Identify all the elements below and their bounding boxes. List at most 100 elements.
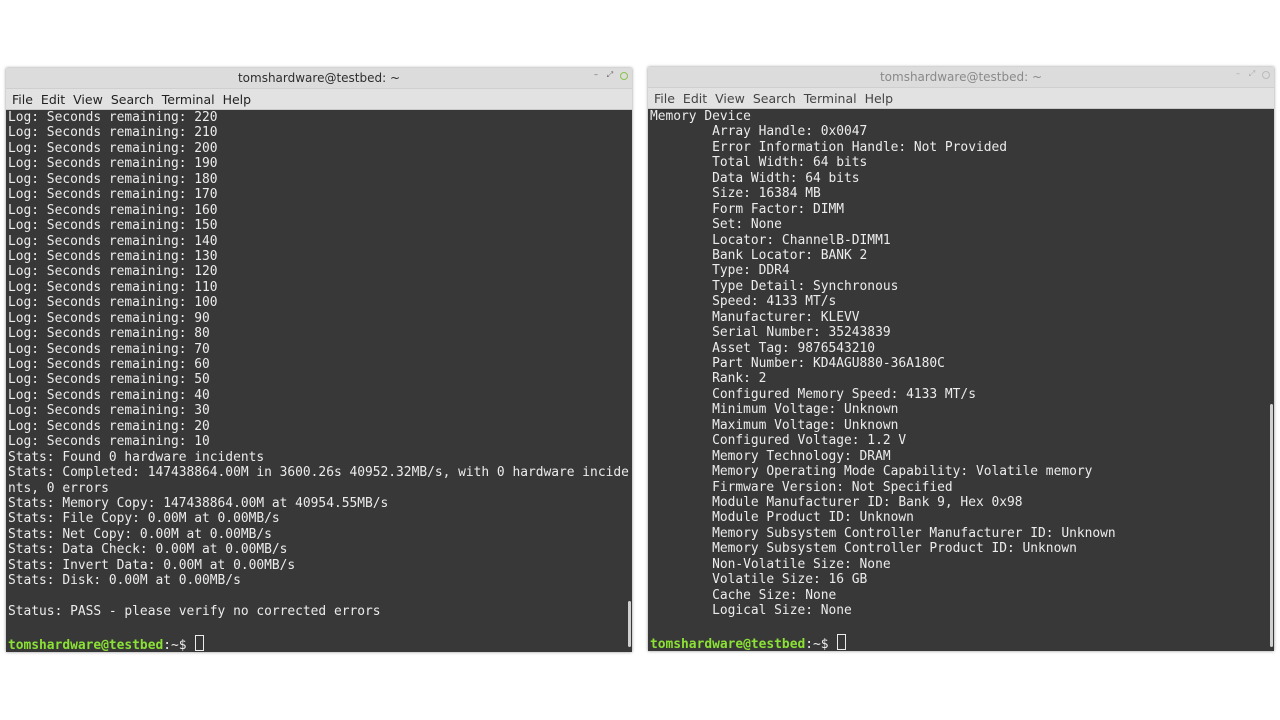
- output-line: Volatile Size: 16 GB: [650, 572, 868, 588]
- output-line: Configured Voltage: 1.2 V: [650, 433, 907, 449]
- prompt-user: tomshardware@testbed: [650, 636, 806, 651]
- restore-icon[interactable]: ⤢: [1248, 70, 1256, 78]
- menu-search[interactable]: Search: [749, 91, 800, 106]
- output-line: Maximum Voltage: Unknown: [650, 417, 899, 433]
- output-line: Stats: Invert Data: 0.00M at 0.00MB/s: [8, 557, 296, 573]
- output-line: Memory Subsystem Controller Manufacturer…: [650, 525, 1116, 541]
- output-line: Memory Technology: DRAM: [650, 448, 891, 464]
- terminal-output[interactable]: Memory Device Array Handle: 0x0047 Error…: [648, 109, 1274, 651]
- scrollbar-thumb[interactable]: [628, 601, 631, 647]
- maximize-icon[interactable]: [1262, 71, 1270, 79]
- menu-search[interactable]: Search: [107, 92, 158, 107]
- output-line: Log: Seconds remaining: 140: [8, 233, 218, 249]
- output-line: Logical Size: None: [650, 603, 852, 618]
- output-line: Part Number: KD4AGU880-36A180C: [650, 356, 945, 371]
- menu-bar: File Edit View Search Terminal Help: [6, 89, 632, 110]
- output-line: Log: Seconds remaining: 60: [8, 357, 210, 372]
- output-line: Error Information Handle: Not Provided: [650, 139, 1007, 155]
- status-line: Status: PASS - please verify no correcte…: [8, 604, 381, 619]
- output-line: Configured Memory Speed: 4133 MT/s: [650, 386, 976, 402]
- output-line: Module Product ID: Unknown: [650, 510, 914, 526]
- output-line: Locator: ChannelB-DIMM1: [650, 232, 891, 248]
- output-line: Firmware Version: Not Specified: [650, 479, 953, 495]
- output-line: Stats: Found 0 hardware incidents: [8, 449, 265, 465]
- restore-icon[interactable]: ⤢: [606, 71, 614, 79]
- output-line: Type Detail: Synchronous: [650, 278, 899, 294]
- output-line: Log: Seconds remaining: 20: [8, 418, 210, 434]
- prompt-user: tomshardware@testbed: [8, 637, 164, 652]
- minimize-icon[interactable]: –: [592, 71, 600, 79]
- menu-view[interactable]: View: [69, 92, 107, 107]
- terminal-window-left[interactable]: tomshardware@testbed: ~ – ⤢ File Edit Vi…: [6, 68, 632, 652]
- menu-edit[interactable]: Edit: [679, 91, 711, 106]
- output-line: Log: Seconds remaining: 40: [8, 387, 210, 403]
- menu-edit[interactable]: Edit: [37, 92, 69, 107]
- output-line: Cache Size: None: [650, 587, 837, 603]
- menu-terminal[interactable]: Terminal: [800, 91, 861, 106]
- output-line: Form Factor: DIMM: [650, 201, 845, 217]
- output-line: Minimum Voltage: Unknown: [650, 402, 899, 418]
- scrollbar-thumb[interactable]: [1270, 404, 1273, 647]
- output-line: Stats: Memory Copy: 147438864.00M at 409…: [8, 495, 389, 511]
- window-controls: – ⤢: [592, 71, 628, 80]
- output-line: Log: Seconds remaining: 90: [8, 310, 210, 326]
- text-cursor: [837, 633, 847, 650]
- output-line: Rank: 2: [650, 371, 767, 387]
- menu-view[interactable]: View: [711, 91, 749, 106]
- output-line: Log: Seconds remaining: 200: [8, 140, 218, 156]
- output-line: Memory Operating Mode Capability: Volati…: [650, 464, 1093, 480]
- menu-help[interactable]: Help: [219, 92, 256, 107]
- minimize-icon[interactable]: –: [1234, 70, 1242, 78]
- output-line: Memory Subsystem Controller Product ID: …: [650, 541, 1077, 557]
- shell-prompt[interactable]: tomshardware@testbed:~$: [650, 633, 1272, 651]
- terminal-window-right[interactable]: tomshardware@testbed: ~ – ⤢ File Edit Vi…: [648, 67, 1274, 651]
- output-line: Stats: Net Copy: 0.00M at 0.00MB/s: [8, 526, 272, 542]
- output-line: Total Width: 64 bits: [650, 155, 868, 171]
- output-line: nts, 0 errors: [8, 480, 109, 496]
- window-title: tomshardware@testbed: ~: [879, 70, 1043, 84]
- output-line: Data Width: 64 bits: [650, 170, 860, 186]
- output-line: Type: DDR4: [650, 263, 790, 279]
- output-line: Non-Volatile Size: None: [650, 556, 891, 572]
- text-cursor: [195, 634, 205, 651]
- window-title: tomshardware@testbed: ~: [237, 71, 401, 85]
- output-line: Bank Locator: BANK 2: [650, 247, 868, 263]
- menu-file[interactable]: File: [8, 92, 37, 107]
- output-line: Stats: File Copy: 0.00M at 0.00MB/s: [8, 511, 280, 527]
- title-bar[interactable]: tomshardware@testbed: ~ – ⤢: [648, 67, 1274, 88]
- output-line: Log: Seconds remaining: 220: [8, 110, 218, 125]
- menu-terminal[interactable]: Terminal: [158, 92, 219, 107]
- output-line: Stats: Disk: 0.00M at 0.00MB/s: [8, 573, 241, 589]
- output-line: Log: Seconds remaining: 30: [8, 403, 210, 419]
- menu-bar: File Edit View Search Terminal Help: [648, 88, 1274, 109]
- prompt-symbol: :~$: [163, 637, 195, 652]
- menu-file[interactable]: File: [650, 91, 679, 106]
- output-line: Log: Seconds remaining: 100: [8, 295, 218, 311]
- output-line: Size: 16384 MB: [650, 186, 821, 202]
- output-line: Array Handle: 0x0047: [650, 124, 868, 140]
- shell-prompt[interactable]: tomshardware@testbed:~$: [8, 634, 630, 652]
- output-line: Log: Seconds remaining: 170: [8, 187, 218, 203]
- output-line: Stats: Completed: 147438864.00M in 3600.…: [8, 465, 629, 481]
- output-line: Set: None: [650, 217, 782, 233]
- output-line: Log: Seconds remaining: 180: [8, 171, 218, 187]
- prompt-symbol: :~$: [805, 636, 837, 651]
- output-line: Log: Seconds remaining: 110: [8, 279, 218, 295]
- output-line: Log: Seconds remaining: 50: [8, 372, 210, 388]
- output-line: Asset Tag: 9876543210: [650, 340, 876, 356]
- terminal-output[interactable]: Log: Seconds remaining: 220 Log: Seconds…: [6, 110, 632, 652]
- output-line: Log: Seconds remaining: 10: [8, 434, 210, 450]
- output-line: Log: Seconds remaining: 210: [8, 125, 218, 141]
- output-line: Memory Device: [650, 109, 751, 124]
- output-line: Manufacturer: KLEVV: [650, 309, 860, 325]
- output-line: Log: Seconds remaining: 160: [8, 202, 218, 218]
- window-controls: – ⤢: [1234, 70, 1270, 79]
- output-line: Log: Seconds remaining: 80: [8, 326, 210, 342]
- title-bar[interactable]: tomshardware@testbed: ~ – ⤢: [6, 68, 632, 89]
- menu-help[interactable]: Help: [861, 91, 898, 106]
- maximize-icon[interactable]: [620, 72, 628, 80]
- output-line: Log: Seconds remaining: 70: [8, 341, 210, 357]
- output-line: Log: Seconds remaining: 190: [8, 156, 218, 172]
